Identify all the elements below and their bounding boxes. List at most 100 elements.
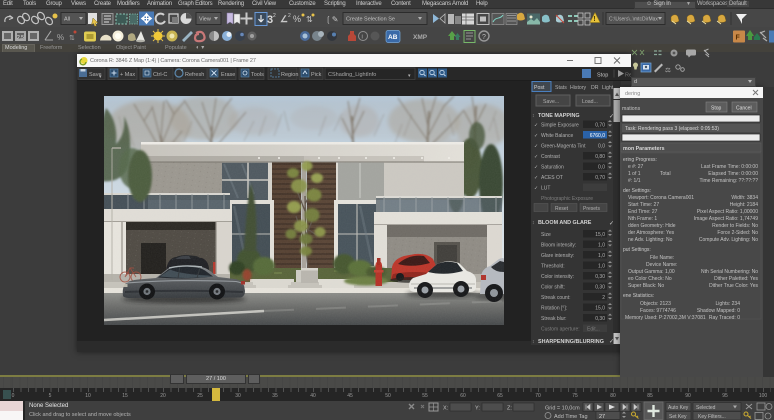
svg-text:Objects: 2123: Objects: 2123 — [640, 301, 671, 307]
svg-text:ering Progress:: ering Progress: — [623, 157, 657, 163]
svg-text:Post: Post — [534, 85, 545, 91]
svg-text:Contrast: Contrast — [541, 154, 561, 160]
svg-text:Nth Frame: 1: Nth Frame: 1 — [628, 216, 657, 222]
svg-text:✓: ✓ — [534, 165, 538, 171]
svg-text:Height: 2184: Height: 2184 — [730, 202, 759, 208]
svg-text:Dither Paletted: Yes: Dither Paletted: Yes — [714, 276, 758, 282]
svg-text:Super Black: No: Super Black: No — [628, 283, 664, 289]
svg-text:Dither True Color: Yes: Dither True Color: Yes — [709, 283, 758, 289]
svg-text:↕: ↕ — [532, 113, 535, 119]
svg-text:Tools: Tools — [251, 72, 264, 78]
svg-text:mon Parameters: mon Parameters — [623, 146, 665, 152]
svg-text:Region: Region — [281, 72, 298, 78]
svg-text:Photographic Exposure: Photographic Exposure — [541, 196, 593, 202]
svg-text:Erase: Erase — [221, 72, 235, 78]
svg-text:0,30: 0,30 — [595, 274, 605, 280]
svg-text:Grid = 10,0cm: Grid = 10,0cm — [545, 406, 580, 412]
svg-text:✓: ✓ — [534, 154, 538, 160]
svg-text:Size: Size — [541, 232, 551, 238]
svg-text:eo Color Check: No: eo Color Check: No — [628, 276, 672, 282]
svg-text:Lights: 234: Lights: 234 — [716, 301, 741, 307]
svg-text:1,0: 1,0 — [598, 264, 605, 270]
svg-text:2: 2 — [602, 295, 605, 301]
svg-text:Time Remaining: ??:??:??: Time Remaining: ??:??:?? — [700, 178, 759, 184]
svg-text:❲✎: ❲✎ — [325, 15, 338, 24]
svg-text:0,30: 0,30 — [595, 285, 605, 291]
svg-text:File Name:: File Name: — [650, 255, 674, 261]
svg-text:Simple Exposure: Simple Exposure — [541, 123, 579, 129]
svg-text:put Settings:: put Settings: — [623, 247, 651, 253]
svg-text:Start Time: 27: Start Time: 27 — [628, 202, 659, 208]
svg-text:2.5: 2.5 — [17, 35, 24, 41]
svg-text:Viewport: Corona Camera001: Viewport: Corona Camera001 — [628, 195, 694, 201]
svg-text:All: All — [64, 17, 70, 23]
svg-text:0,0: 0,0 — [598, 165, 605, 171]
svg-text:+ Max: + Max — [120, 72, 135, 78]
svg-text:✓: ✓ — [534, 186, 538, 192]
svg-text:Pixel Aspect Ratio: 1,00000: Pixel Aspect Ratio: 1,00000 — [697, 209, 758, 215]
svg-text:2: 2 — [273, 13, 276, 19]
svg-text:✓: ✓ — [534, 133, 538, 139]
svg-text:C:\Users\..\mtcDirMax: C:\Users\..\mtcDirMax — [609, 17, 658, 23]
svg-text:mations: mations — [622, 106, 641, 112]
svg-text:Presets: Presets — [583, 206, 600, 212]
svg-text:15,0: 15,0 — [595, 306, 605, 312]
svg-text:i: i — [362, 35, 363, 41]
svg-text:Reset: Reset — [555, 206, 569, 212]
svg-text:0,0: 0,0 — [598, 144, 605, 150]
svg-text:2: 2 — [288, 13, 291, 19]
svg-text:✓: ✓ — [534, 144, 538, 150]
svg-text:ne Adv. Lighting: No: ne Adv. Lighting: No — [628, 237, 673, 243]
svg-text:ene Statistics:: ene Statistics: — [623, 293, 654, 299]
svg-text:dden Geometry: Hide: dden Geometry: Hide — [628, 223, 676, 229]
svg-text:Faces: 9774746: Faces: 9774746 — [640, 308, 676, 314]
svg-text:Saturation: Saturation — [541, 165, 564, 171]
svg-text:Stop: Stop — [711, 106, 722, 112]
svg-text:Z:: Z: — [507, 406, 512, 412]
svg-text:Image Aspect Ratio: 1,74749: Image Aspect Ratio: 1,74749 — [694, 216, 758, 222]
svg-text:Elapsed Time: 0:00:00: Elapsed Time: 0:00:00 — [708, 171, 758, 177]
svg-text:Streak blur:: Streak blur: — [541, 316, 567, 322]
svg-text:Color shift:: Color shift: — [541, 285, 565, 291]
svg-text:Output Gamma: 1,00: Output Gamma: 1,00 — [628, 269, 675, 275]
svg-text:0,70: 0,70 — [595, 175, 605, 181]
svg-text:Glare intensity:: Glare intensity: — [541, 253, 574, 259]
svg-text:Load...: Load... — [582, 99, 598, 105]
svg-text:dering: dering — [625, 91, 640, 97]
svg-text:Ctrl-C: Ctrl-C — [153, 72, 167, 78]
svg-text:Memory Used: P:27002,3M V:3708: Memory Used: P:27002,3M V:37081 — [625, 315, 706, 321]
svg-text:AB: AB — [388, 34, 398, 41]
svg-text:End Time: 27: End Time: 27 — [628, 209, 658, 215]
svg-text:White Balance: White Balance — [541, 133, 573, 139]
svg-text:Stop: Stop — [597, 73, 608, 79]
svg-text:Green-Magenta Tint: Green-Magenta Tint — [541, 144, 586, 150]
svg-text:Y:: Y: — [475, 406, 480, 412]
svg-text:?: ? — [482, 34, 486, 41]
svg-text:0,30: 0,30 — [595, 316, 605, 322]
svg-text:Custom aperture:: Custom aperture: — [541, 327, 580, 333]
svg-text:SHARPENING/BLURRING: SHARPENING/BLURRING — [538, 339, 604, 345]
svg-text:✓: ✓ — [534, 123, 538, 129]
svg-text:Streak count:: Streak count: — [541, 295, 570, 301]
svg-text:Nth Serial Numbering: No: Nth Serial Numbering: No — [701, 269, 758, 275]
svg-text:15,0: 15,0 — [595, 232, 605, 238]
svg-text:Task: Rendering pass 3 (elap: Task: Rendering pass 3 (elapsed: 0:05:53… — [625, 126, 719, 132]
svg-text:View: View — [199, 17, 211, 23]
svg-text:CShading_LightInfo: CShading_LightInfo — [328, 72, 376, 78]
svg-text:Add Time Tag: Add Time Tag — [554, 414, 588, 420]
svg-text:Key Filters...: Key Filters... — [698, 414, 726, 420]
svg-text:1,0: 1,0 — [598, 253, 605, 259]
svg-text:Ray Traced: 0: Ray Traced: 0 — [709, 315, 740, 321]
svg-text:!: ! — [593, 16, 595, 23]
svg-text:Selected: Selected — [696, 405, 716, 411]
svg-text:Force 2-Sided: No: Force 2-Sided: No — [717, 230, 758, 236]
svg-text:Edit...: Edit... — [587, 327, 600, 333]
svg-text:∠: ∠ — [280, 14, 288, 24]
svg-text:ACES OT: ACES OT — [541, 175, 563, 181]
svg-text:%: % — [57, 33, 64, 42]
svg-text:27: 27 — [599, 414, 605, 420]
svg-text:Set Key: Set Key — [669, 414, 687, 420]
svg-text:Rotation [°]:: Rotation [°]: — [541, 306, 567, 312]
svg-text:⇅: ⇅ — [69, 35, 75, 42]
svg-text:der Settings:: der Settings: — [623, 188, 651, 194]
